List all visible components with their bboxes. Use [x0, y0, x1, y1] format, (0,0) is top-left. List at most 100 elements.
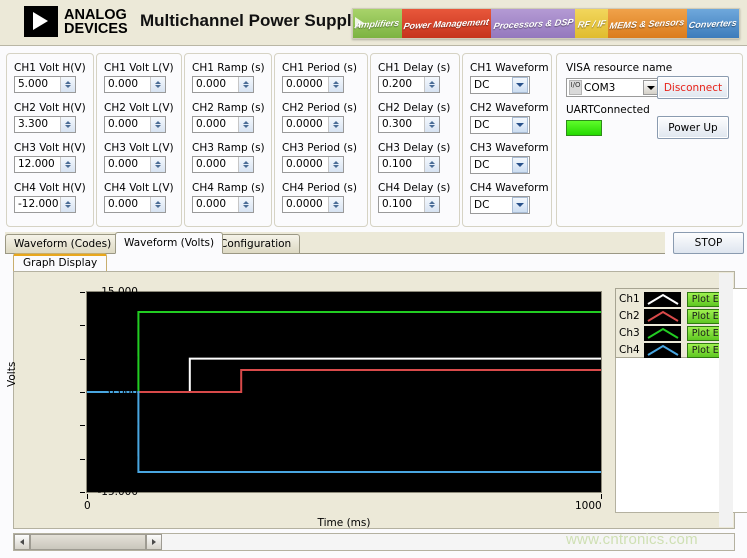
numeric-input-volt-high-ch3[interactable]: 12.000: [14, 156, 76, 173]
spinner-up-down-icon[interactable]: [150, 157, 165, 172]
control-period-ch3: CH3 Period (s)0.0000: [282, 142, 357, 173]
spinner-up-down-icon[interactable]: [150, 117, 165, 132]
spinner-up-down-icon[interactable]: [238, 77, 253, 92]
numeric-input-ramp-ch2[interactable]: 0.000: [192, 116, 254, 133]
control-label: CH4 Ramp (s): [192, 182, 265, 194]
y-axis-tick-mark: [80, 492, 85, 493]
stop-button[interactable]: STOP: [673, 232, 744, 254]
numeric-input-volt-high-ch1[interactable]: 5.000: [14, 76, 76, 93]
waveform-select-ch1[interactable]: DC: [470, 76, 530, 94]
tab-waveform-volts[interactable]: Waveform (Volts): [115, 232, 223, 254]
legend-color-swatch[interactable]: [644, 309, 681, 324]
control-volt-low-ch3: CH3 Volt L(V)0.000: [104, 142, 174, 173]
control-label: CH1 Volt L(V): [104, 62, 174, 74]
waveform-select-ch4[interactable]: DC: [470, 196, 530, 214]
spinner-up-down-icon[interactable]: [238, 117, 253, 132]
visa-resource-select[interactable]: I/O COM3: [566, 78, 661, 97]
spinner-up-down-icon[interactable]: [60, 197, 75, 212]
numeric-input-volt-low-ch3[interactable]: 0.000: [104, 156, 166, 173]
numeric-value: 0.300: [379, 117, 424, 132]
spinner-up-down-icon[interactable]: [328, 197, 343, 212]
disconnect-button[interactable]: Disconnect: [657, 76, 729, 99]
spinner-up-down-icon[interactable]: [60, 157, 75, 172]
numeric-input-ramp-ch1[interactable]: 0.000: [192, 76, 254, 93]
watermark: www.cntronics.com: [566, 531, 698, 548]
spinner-up-down-icon[interactable]: [424, 77, 439, 92]
chevron-down-icon[interactable]: [643, 80, 658, 95]
tab-configuration[interactable]: Configuration: [211, 234, 300, 253]
chevron-down-icon[interactable]: [512, 117, 528, 133]
banner-segment-2: Processors & DSP: [491, 9, 575, 38]
spinner-up-down-icon[interactable]: [60, 117, 75, 132]
spinner-up-down-icon[interactable]: [238, 197, 253, 212]
plot-area[interactable]: [86, 291, 602, 493]
control-label: CH4 Delay (s): [378, 182, 450, 194]
numeric-input-period-ch1[interactable]: 0.0000: [282, 76, 344, 93]
numeric-input-delay-ch1[interactable]: 0.200: [378, 76, 440, 93]
numeric-input-ramp-ch3[interactable]: 0.000: [192, 156, 254, 173]
spinner-up-down-icon[interactable]: [150, 197, 165, 212]
control-volt-high-ch1: CH1 Volt H(V)5.000: [14, 62, 86, 93]
y-axis-tick-label: -10.000: [97, 453, 138, 465]
numeric-input-period-ch3[interactable]: 0.0000: [282, 156, 344, 173]
y-axis-tick-mark: [80, 359, 85, 360]
waveform-select-ch2[interactable]: DC: [470, 116, 530, 134]
legend-color-swatch[interactable]: [644, 292, 681, 307]
group-delay: CH1 Delay (s)0.200CH2 Delay (s)0.300CH3 …: [370, 53, 460, 227]
graph-vertical-scrollbar[interactable]: [719, 273, 733, 527]
scroll-thumb[interactable]: [30, 534, 146, 550]
numeric-input-delay-ch2[interactable]: 0.300: [378, 116, 440, 133]
legend-series-name: Ch4: [619, 344, 644, 356]
spinner-up-down-icon[interactable]: [60, 77, 75, 92]
tab-bar: Waveform (Codes)Waveform (Volts)Configur…: [0, 232, 747, 254]
numeric-input-period-ch4[interactable]: 0.0000: [282, 196, 344, 213]
numeric-input-period-ch2[interactable]: 0.0000: [282, 116, 344, 133]
numeric-input-volt-low-ch4[interactable]: 0.000: [104, 196, 166, 213]
chevron-down-icon[interactable]: [512, 77, 528, 93]
control-waveform-ch3: CH3 WaveformDC: [470, 142, 549, 174]
legend-row-ch1: Ch1Plot EN: [619, 291, 731, 307]
numeric-input-delay-ch3[interactable]: 0.100: [378, 156, 440, 173]
control-waveform-ch4: CH4 WaveformDC: [470, 182, 549, 214]
tab-waveform-codes[interactable]: Waveform (Codes): [5, 234, 120, 253]
scroll-left-button[interactable]: [14, 534, 30, 550]
numeric-value: 5.000: [15, 77, 60, 92]
spinner-up-down-icon[interactable]: [424, 117, 439, 132]
spinner-up-down-icon[interactable]: [238, 157, 253, 172]
numeric-value: 0.100: [379, 197, 424, 212]
spinner-up-down-icon[interactable]: [424, 157, 439, 172]
tab-graph-display[interactable]: Graph Display: [13, 253, 107, 271]
spinner-up-down-icon[interactable]: [328, 117, 343, 132]
numeric-input-ramp-ch4[interactable]: 0.000: [192, 196, 254, 213]
control-label: CH2 Volt L(V): [104, 102, 174, 114]
analog-devices-logo: ANALOG DEVICES: [24, 6, 128, 37]
chevron-down-icon[interactable]: [512, 197, 528, 213]
numeric-input-volt-low-ch2[interactable]: 0.000: [104, 116, 166, 133]
control-ramp-ch2: CH2 Ramp (s)0.000: [192, 102, 265, 133]
numeric-input-volt-high-ch2[interactable]: 3.300: [14, 116, 76, 133]
power-up-button[interactable]: Power Up: [657, 116, 729, 139]
scroll-right-button[interactable]: [146, 534, 162, 550]
spinner-up-down-icon[interactable]: [328, 77, 343, 92]
banner-segment-1: Power Management: [402, 9, 491, 38]
page-title: Multichannel Power Supply: [140, 11, 361, 31]
chevron-down-icon[interactable]: [512, 157, 528, 173]
app-header: ANALOG DEVICES Multichannel Power Supply…: [0, 0, 747, 46]
numeric-input-delay-ch4[interactable]: 0.100: [378, 196, 440, 213]
y-axis-tick-label: 15.000: [101, 286, 138, 298]
spinner-up-down-icon[interactable]: [150, 77, 165, 92]
control-label: CH1 Ramp (s): [192, 62, 265, 74]
numeric-input-volt-high-ch4[interactable]: -12.000: [14, 196, 76, 213]
group-visa: VISA resource name I/O COM3 UARTConnecte…: [556, 53, 743, 227]
waveform-select-ch3[interactable]: DC: [470, 156, 530, 174]
spinner-up-down-icon[interactable]: [328, 157, 343, 172]
spinner-up-down-icon[interactable]: [424, 197, 439, 212]
legend-color-swatch[interactable]: [644, 326, 681, 341]
numeric-value: 0.000: [193, 197, 238, 212]
numeric-value: 0.000: [193, 77, 238, 92]
control-period-ch4: CH4 Period (s)0.0000: [282, 182, 357, 213]
numeric-input-volt-low-ch1[interactable]: 0.000: [104, 76, 166, 93]
legend-color-swatch[interactable]: [644, 343, 681, 358]
x-axis-tick-label: 1000: [575, 500, 602, 512]
uart-status-label: UARTConnected: [566, 104, 650, 116]
